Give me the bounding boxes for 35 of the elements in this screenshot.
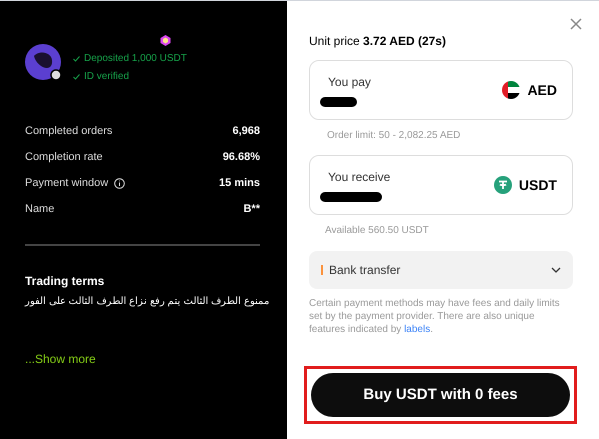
verification-label: ID verified	[84, 70, 130, 84]
trading-terms-title: Trading terms	[25, 273, 106, 290]
amount-field[interactable]: You receive USDT	[309, 155, 573, 215]
field-hint: Available 560.50 USDT	[325, 224, 430, 238]
amount-field[interactable]: You pay AED	[309, 60, 573, 120]
stat-label: Completed orders	[25, 124, 112, 140]
stat-value: 15 mins	[219, 176, 260, 192]
buy-button[interactable]: Buy USDT with 0 fees	[311, 373, 570, 417]
chevron-down-icon	[551, 267, 561, 273]
check-icon	[73, 56, 80, 62]
show-more-link[interactable]: ...Show more	[25, 350, 96, 368]
gem-icon	[160, 35, 171, 46]
stat-value: B**	[243, 202, 260, 218]
info-icon[interactable]	[114, 178, 126, 189]
tether-icon	[494, 176, 512, 194]
stat-value: 6,968	[232, 124, 260, 140]
payment-note: Certain payment methods may have fees and daily limits set by the payment provider. There are also unique features indicated by labels.	[309, 297, 561, 336]
field-hint: Order limit: 50 - 2,082.25 AED	[327, 129, 462, 143]
stat-label: Completion rate	[25, 150, 103, 166]
avatar-icon	[25, 44, 63, 82]
payment-method-label: Bank transfer	[329, 262, 402, 279]
stat-value: 96.68%	[222, 150, 260, 166]
trading-terms-text: ممنوع الطرف الثالث يتم رفع نزاع الطرف الثالث على الفور	[25, 295, 270, 309]
check-icon	[73, 74, 80, 80]
flag-icon	[502, 81, 520, 99]
redaction-mark	[320, 97, 357, 107]
verification-label: Deposited 1,000 USDT	[84, 52, 187, 66]
labels-link[interactable]: labels	[404, 324, 430, 335]
redaction-mark	[320, 192, 382, 202]
payment-method-dropdown[interactable]: Bank transfer	[309, 251, 573, 289]
stat-label: Payment window	[25, 176, 108, 192]
unit-price: Unit price 3.72 AED (27s)	[309, 33, 447, 50]
stat-label: Name	[25, 202, 54, 218]
marker-icon	[321, 265, 323, 275]
close-icon[interactable]	[570, 18, 582, 30]
